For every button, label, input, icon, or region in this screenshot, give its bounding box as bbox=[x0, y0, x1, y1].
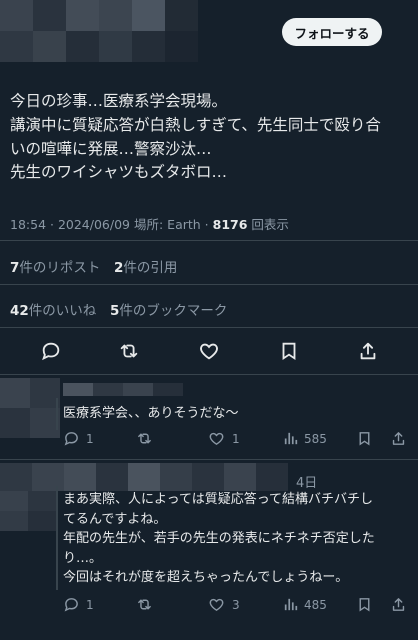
quotes-stat[interactable]: 2件の引用 bbox=[114, 256, 177, 276]
reposts-stat[interactable]: 7件のリポスト bbox=[10, 256, 100, 276]
author-mosaic bbox=[0, 0, 200, 62]
reply-avatar-mosaic bbox=[0, 378, 60, 438]
reply-author-mosaic bbox=[0, 463, 290, 491]
share-icon[interactable] bbox=[357, 340, 379, 362]
reply-text: 医療系学会、、ありそうだな〜 bbox=[63, 404, 239, 424]
bookmark-icon[interactable] bbox=[356, 596, 373, 613]
reply-count: 1 bbox=[86, 598, 94, 612]
divider bbox=[0, 374, 418, 375]
reply-icon[interactable] bbox=[63, 430, 80, 447]
reply-line: 今回はそれが度を超えちゃったんでしょうねー。 bbox=[63, 570, 349, 585]
likes-stat[interactable]: 42件のいいね bbox=[10, 299, 96, 319]
bookmark-icon[interactable] bbox=[278, 340, 300, 362]
divider bbox=[0, 284, 418, 285]
share-icon[interactable] bbox=[390, 430, 407, 447]
repost-icon[interactable] bbox=[136, 596, 153, 613]
tweet-meta: 18:54 · 2024/06/09 場所: Earth · 8176 回表示 bbox=[10, 217, 289, 232]
tweet-line: 講演中に質疑応答が白熱しすぎて、先生同士で殴り合 bbox=[10, 115, 381, 134]
thread-line bbox=[56, 486, 58, 590]
follow-button[interactable]: フォローする bbox=[282, 18, 382, 46]
divider bbox=[0, 459, 418, 460]
likes-count: 42 bbox=[10, 303, 29, 319]
bookmarks-label: 件のブックマーク bbox=[119, 303, 228, 319]
repost-icon[interactable] bbox=[118, 340, 140, 362]
reposts-label: 件のリポスト bbox=[19, 260, 101, 276]
tweet-line: 今日の珍事…医療系学会現場。 bbox=[10, 92, 228, 110]
bookmark-icon[interactable] bbox=[356, 430, 373, 447]
reply-count: 1 bbox=[86, 432, 94, 446]
reply-line: り…。 bbox=[63, 550, 103, 566]
view-count: 585 bbox=[304, 432, 327, 446]
reply-icon[interactable] bbox=[40, 340, 62, 362]
reply-line: 医療系学会、、ありそうだな〜 bbox=[63, 406, 239, 421]
bookmarks-stat[interactable]: 5件のブックマーク bbox=[110, 299, 227, 319]
tweet-date[interactable]: 2024/06/09 bbox=[58, 217, 130, 232]
reply-author-mosaic bbox=[63, 383, 183, 396]
divider bbox=[0, 327, 418, 328]
repost-icon[interactable] bbox=[136, 430, 153, 447]
heart-icon[interactable] bbox=[208, 596, 225, 613]
reply-line: 年配の先生が、若手の先生の発表にネチネチ否定した bbox=[63, 531, 375, 546]
quotes-label: 件の引用 bbox=[123, 260, 178, 276]
views-icon[interactable] bbox=[282, 596, 299, 613]
reply-line: まあ実際、人によっては質疑応答って結構バチバチし bbox=[63, 492, 374, 507]
reply-text: まあ実際、人によっては質疑応答って結構バチバチし てるんですよね。 年配の先生が… bbox=[63, 490, 375, 588]
tweet-line: いの喧嘩に発展…警察沙汰… bbox=[10, 139, 212, 158]
thread-line bbox=[56, 398, 58, 430]
reposts-count: 7 bbox=[10, 260, 20, 276]
view-count: 485 bbox=[304, 598, 327, 612]
tweet-line: 先生のワイシャツもズタボロ… bbox=[10, 163, 228, 182]
tweet-location: 場所: Earth bbox=[133, 217, 201, 232]
reply-icon[interactable] bbox=[63, 596, 80, 613]
share-icon[interactable] bbox=[390, 596, 407, 613]
quotes-count: 2 bbox=[114, 260, 124, 276]
divider bbox=[0, 240, 418, 241]
like-count: 3 bbox=[232, 598, 240, 612]
views-label: 回表示 bbox=[251, 217, 289, 232]
heart-icon[interactable] bbox=[198, 340, 220, 362]
heart-icon[interactable] bbox=[208, 430, 225, 447]
reply-time[interactable]: 4日 bbox=[296, 472, 317, 491]
bookmarks-count: 5 bbox=[110, 303, 120, 319]
tweet-time[interactable]: 18:54 bbox=[10, 217, 46, 232]
like-count: 1 bbox=[232, 432, 240, 446]
likes-label: 件のいいね bbox=[28, 303, 97, 319]
views-icon[interactable] bbox=[282, 430, 299, 447]
views-count: 8176 bbox=[212, 217, 248, 232]
tweet-text: 今日の珍事…医療系学会現場。 講演中に質疑応答が白熱しすぎて、先生同士で殴り合 … bbox=[10, 90, 412, 185]
reply-line: てるんですよね。 bbox=[63, 511, 167, 527]
reply-avatar-mosaic bbox=[0, 491, 56, 531]
